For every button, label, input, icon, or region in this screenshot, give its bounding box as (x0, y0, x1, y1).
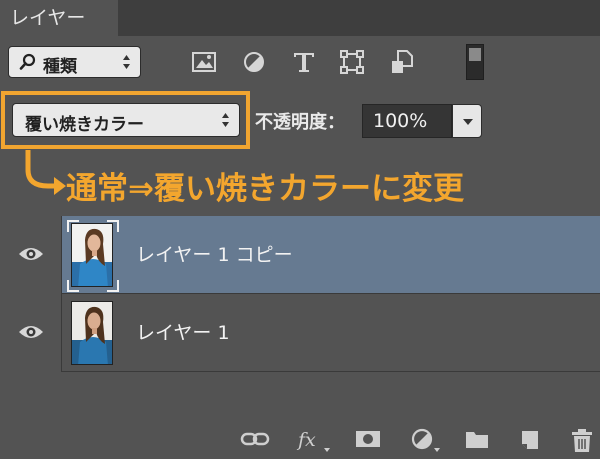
smart-object-filter-icon[interactable] (388, 48, 416, 76)
filter-kind-label: 種類 (43, 57, 77, 77)
new-group-icon[interactable] (464, 428, 490, 450)
visibility-cell[interactable] (0, 294, 62, 372)
pixel-layer-filter-icon[interactable] (190, 48, 218, 76)
search-icon (19, 53, 36, 70)
thumbnail-bracket (107, 280, 119, 292)
layer-thumbnail[interactable] (71, 223, 113, 287)
thumbnail-bracket (67, 280, 79, 292)
portrait-image (72, 302, 112, 364)
chevron-updown-icon (123, 55, 130, 69)
opacity-dropdown-button[interactable] (452, 104, 482, 138)
layers-list: レイヤー 1 コピー レイヤー 1 (0, 216, 600, 374)
adjustment-layer-filter-icon[interactable] (240, 48, 268, 76)
layer-name[interactable]: レイヤー 1 (136, 318, 230, 345)
fx-icon[interactable]: fx (296, 428, 332, 454)
svg-text:fx: fx (296, 429, 316, 451)
opacity-label: 不透明度： (255, 112, 345, 133)
filter-kind-select[interactable]: 種類 (8, 46, 141, 78)
thumbnail-bracket (107, 220, 119, 232)
annotation-text: 通常⇒覆い焼きカラーに変更 (66, 171, 464, 207)
annotation-arrow-icon (25, 150, 66, 195)
layers-panel: レイヤー 種類 覆い焼きカラー 不透明度： 100% 通常⇒覆い焼きカラーに変更… (0, 0, 600, 459)
layer-name[interactable]: レイヤー 1 コピー (136, 240, 293, 267)
layers-empty-area (0, 374, 600, 421)
chevron-down-icon (463, 119, 473, 125)
blend-mode-select[interactable]: 覆い焼きカラー (12, 103, 240, 137)
panel-tab-bar: レイヤー (0, 0, 600, 36)
eye-icon[interactable] (18, 245, 44, 263)
chevron-updown-icon (222, 113, 229, 127)
bottom-toolbar: fx (0, 420, 600, 459)
layer-thumbnail[interactable] (71, 301, 113, 365)
portrait-image (72, 224, 112, 286)
blend-mode-label: 覆い焼きカラー (25, 115, 144, 135)
filter-toggle-switch[interactable] (466, 44, 484, 80)
visibility-cell[interactable] (0, 216, 62, 294)
link-layers-icon[interactable] (240, 428, 270, 450)
opacity-input[interactable]: 100% (362, 104, 452, 138)
new-layer-icon[interactable] (518, 428, 542, 452)
layer-row[interactable]: レイヤー 1 (0, 294, 600, 372)
type-layer-filter-icon[interactable] (290, 48, 318, 76)
shape-layer-filter-icon[interactable] (338, 48, 366, 76)
layer-mask-icon[interactable] (354, 428, 382, 450)
adjustment-layer-icon[interactable] (410, 428, 442, 454)
thumbnail-bracket (67, 220, 79, 232)
eye-icon[interactable] (18, 323, 44, 341)
layer-row[interactable]: レイヤー 1 コピー (0, 216, 600, 294)
delete-icon[interactable] (570, 428, 594, 454)
toggle-knob (469, 48, 481, 61)
tab-layers[interactable]: レイヤー (0, 0, 118, 36)
